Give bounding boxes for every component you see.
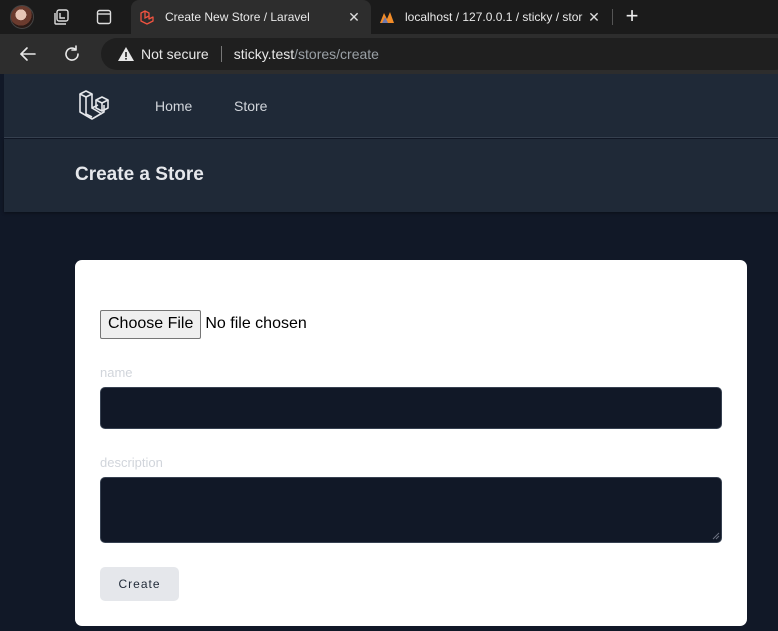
url-bar[interactable]: Not secure sticky.test/stores/create xyxy=(101,38,778,70)
page-header: Create a Store xyxy=(4,139,778,212)
create-button[interactable]: Create xyxy=(100,567,179,601)
profile-avatar-icon[interactable] xyxy=(10,5,34,29)
reload-icon[interactable] xyxy=(59,41,85,67)
name-input[interactable] xyxy=(100,387,722,429)
tab-phpmyadmin[interactable]: localhost / 127.0.0.1 / sticky / stor ✕ xyxy=(371,0,611,34)
nav-link-store[interactable]: Store xyxy=(234,98,267,114)
tab-divider xyxy=(612,9,613,25)
address-bar-row: Not secure sticky.test/stores/create xyxy=(0,34,778,74)
page-title: Create a Store xyxy=(75,164,204,185)
file-status: No file chosen xyxy=(205,315,307,332)
nav-link-home[interactable]: Home xyxy=(155,98,192,114)
tab-title: localhost / 127.0.0.1 / sticky / stor xyxy=(405,10,583,24)
phpmyadmin-favicon xyxy=(380,12,394,23)
browser-tab-strip: Create New Store / Laravel ✕ localhost /… xyxy=(0,0,778,34)
warning-icon[interactable] xyxy=(117,46,135,62)
description-label: description xyxy=(100,455,163,470)
tab-create-new-store[interactable]: Create New Store / Laravel ✕ xyxy=(131,0,371,34)
close-tab-icon[interactable]: ✕ xyxy=(583,9,605,26)
create-store-form: Choose File No file chosen name descript… xyxy=(75,260,747,626)
description-textarea[interactable] xyxy=(100,477,722,543)
url-host: sticky.test xyxy=(233,46,295,62)
page-content: Home Store Create a Store Choose File No… xyxy=(4,74,778,631)
laravel-favicon xyxy=(140,10,154,25)
tab-actions-icon[interactable] xyxy=(93,6,115,28)
file-upload: Choose File No file chosen xyxy=(100,309,307,339)
back-arrow-icon[interactable] xyxy=(15,41,41,67)
close-tab-icon[interactable]: ✕ xyxy=(343,9,365,26)
not-secure-label[interactable]: Not secure xyxy=(141,46,209,62)
textarea-resize-handle[interactable] xyxy=(712,532,720,540)
workspaces-icon[interactable] xyxy=(51,6,73,28)
tab-title: Create New Store / Laravel xyxy=(165,10,310,24)
laravel-logo-icon[interactable] xyxy=(78,88,110,122)
new-tab-button[interactable]: + xyxy=(620,4,644,28)
app-navigation: Home Store xyxy=(4,74,778,138)
url-divider xyxy=(220,46,222,62)
url-path: /stores/create xyxy=(294,46,379,62)
name-label: name xyxy=(100,365,133,380)
choose-file-button[interactable]: Choose File xyxy=(100,309,202,339)
